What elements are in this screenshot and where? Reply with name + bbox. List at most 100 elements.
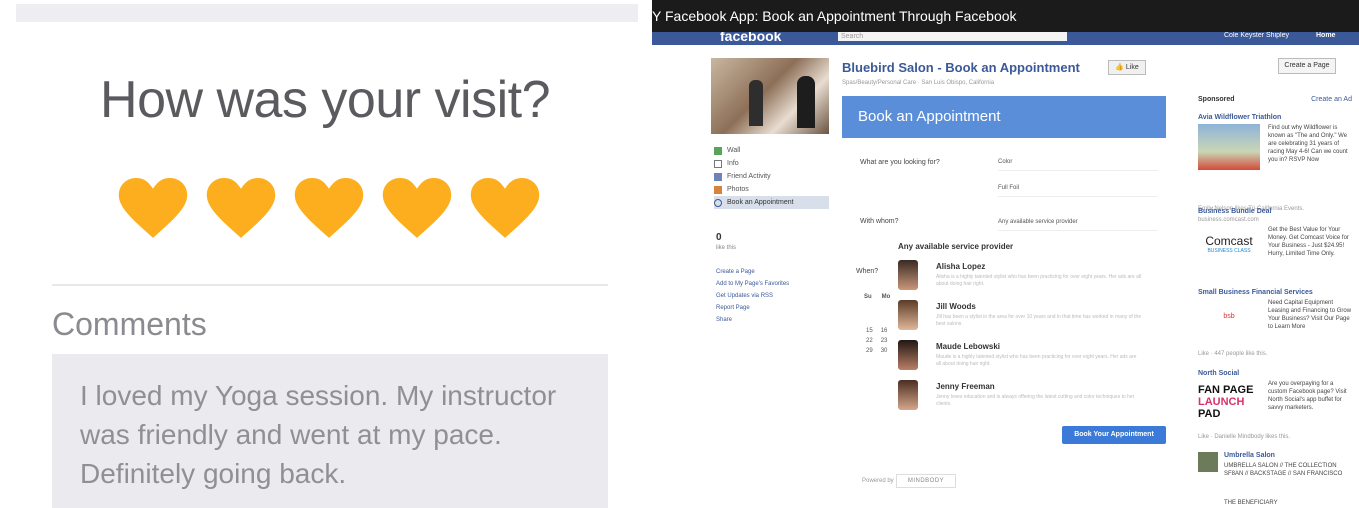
booking-widget: Book an Appointment What are you looking… xyxy=(842,96,1166,488)
divider xyxy=(52,284,608,286)
service-detail-select[interactable]: Full Foil xyxy=(998,180,1158,197)
wall-icon xyxy=(714,146,722,155)
nav-label: Friend Activity xyxy=(727,173,771,180)
provider-name: Jill Woods xyxy=(936,302,976,311)
date-cell[interactable]: 30 xyxy=(881,348,888,354)
ad-title[interactable]: North Social xyxy=(1198,370,1352,377)
date-cell[interactable]: 15 xyxy=(866,328,873,334)
comcast-logo[interactable]: Comcast BUSINESS CLASS xyxy=(1198,234,1260,280)
ad-body: Need Capital Equipment Leasing and Finan… xyxy=(1268,300,1352,330)
mini-calendar[interactable]: Su Mo 15 16 22 23 29 30 xyxy=(856,280,896,366)
mindbody-logo[interactable]: MINDBODY xyxy=(896,474,956,488)
ad-item[interactable]: Umbrella Salon UMBRELLA SALON // THE COL… xyxy=(1198,452,1352,508)
ad-body: Find out why Wildflower is known as "The… xyxy=(1268,125,1348,163)
booking-header: Book an Appointment xyxy=(842,96,1166,138)
nav-item-friend-activity[interactable]: Friend Activity xyxy=(714,170,829,183)
provider-name: Jenny Freeman xyxy=(936,382,995,391)
search-input[interactable]: Search xyxy=(838,32,1067,41)
service-select[interactable]: Color xyxy=(998,154,1158,171)
provider-name: Maude Lebowski xyxy=(936,342,1001,351)
date-cell[interactable]: 16 xyxy=(881,328,888,334)
link-share[interactable]: Share xyxy=(716,314,789,326)
comment-text: I loved my Yoga session. My instructor w… xyxy=(80,380,557,489)
fan-page-launch-pad-logo[interactable]: FAN PAGE LAUNCH PAD xyxy=(1198,384,1260,430)
nav-label: Photos xyxy=(727,186,749,193)
nav-label: Book an Appointment xyxy=(727,199,794,206)
ad-item[interactable]: North Social FAN PAGE LAUNCH PAD Are you… xyxy=(1198,370,1352,450)
ad-title[interactable]: Umbrella Salon xyxy=(1224,452,1352,459)
logo-line: PAD xyxy=(1198,408,1221,420)
salon-profile-photo[interactable] xyxy=(711,58,829,134)
ad-item[interactable]: Business Bundle Deal Comcast BUSINESS CL… xyxy=(1198,208,1352,288)
create-ad-link[interactable]: Create an Ad xyxy=(1311,96,1352,103)
provider-item[interactable]: Alisha Lopez Alisha is a highly talented… xyxy=(898,260,1148,296)
ad-extra: THE BENEFICIARY xyxy=(1224,500,1278,506)
provider-list-title: Any available service provider xyxy=(898,242,1014,251)
person-figure xyxy=(749,80,763,126)
avatar xyxy=(898,300,918,330)
date-cell[interactable]: 29 xyxy=(866,348,873,354)
nav-item-photos[interactable]: Photos xyxy=(714,183,829,196)
ad-title[interactable]: Avia Wildflower Triathlon xyxy=(1198,114,1352,121)
create-page-button[interactable]: Create a Page xyxy=(1278,58,1336,74)
ad-title[interactable]: Small Business Financial Services xyxy=(1198,289,1352,296)
heart-icon[interactable] xyxy=(382,178,452,240)
friends-icon xyxy=(714,172,722,181)
heart-icon[interactable] xyxy=(206,178,276,240)
page-title: Bluebird Salon - Book an Appointment xyxy=(842,60,1080,75)
heart-icon[interactable] xyxy=(470,178,540,240)
nav-label: Info xyxy=(727,160,739,167)
user-name-link[interactable]: Cole Keyster Shipley xyxy=(1224,32,1289,39)
nav-item-info[interactable]: Info xyxy=(714,157,829,170)
logo-text: Comcast xyxy=(1205,234,1253,248)
avatar xyxy=(898,380,918,410)
page-category: Spas/Beauty/Personal Care · San Luis Obi… xyxy=(842,80,995,86)
comments-label: Comments xyxy=(52,306,207,342)
ad-social: Like · 447 people like this. xyxy=(1198,351,1268,357)
link-add-favorites[interactable]: Add to My Page's Favorites xyxy=(716,278,789,290)
nav-item-book-appointment[interactable]: Book an Appointment xyxy=(714,196,829,209)
ad-image[interactable] xyxy=(1198,124,1260,170)
home-link[interactable]: Home xyxy=(1316,32,1335,39)
link-report-page[interactable]: Report Page xyxy=(716,302,789,314)
book-appointment-button[interactable]: Book Your Appointment xyxy=(1062,426,1166,444)
provider-description: Jill has been a stylist in the area for … xyxy=(936,314,1142,327)
ad-social: Like · Danielle Mindbody likes this. xyxy=(1198,434,1291,440)
top-bar xyxy=(16,4,638,22)
heart-icon[interactable] xyxy=(294,178,364,240)
provider-select[interactable]: Any available service provider xyxy=(998,214,1158,231)
calendar-icon xyxy=(714,198,722,207)
calendar-row: 15 16 xyxy=(856,328,896,334)
heart-rating[interactable] xyxy=(118,178,548,248)
sponsored-column: Sponsored Create an Ad Avia Wildflower T… xyxy=(1198,96,1352,506)
likes-count: 0 xyxy=(716,232,722,243)
nav-label: Wall xyxy=(727,147,741,154)
link-rss[interactable]: Get Updates via RSS xyxy=(716,290,789,302)
ad-item[interactable]: Small Business Financial Services bsb Ne… xyxy=(1198,289,1352,359)
avatar xyxy=(898,340,918,370)
bsb-logo[interactable]: bsb xyxy=(1198,313,1260,333)
provider-item[interactable]: Jenny Freeman Jenny loves education and … xyxy=(898,380,1148,416)
info-icon xyxy=(714,159,722,168)
calendar-row: 29 30 xyxy=(856,348,896,354)
day-label: Su xyxy=(864,294,872,300)
like-button[interactable]: 👍 Like xyxy=(1108,60,1146,75)
provider-item[interactable]: Jill Woods Jill has been a stylist in th… xyxy=(898,300,1148,336)
powered-by-label: Powered by xyxy=(862,478,894,484)
avatar xyxy=(898,260,918,290)
ad-item[interactable]: Avia Wildflower Triathlon Find out why W… xyxy=(1198,114,1352,214)
provider-item[interactable]: Maude Lebowski Maude is a highly talente… xyxy=(898,340,1148,376)
ad-body: Are you overpaying for a custom Facebook… xyxy=(1268,381,1347,411)
ad-title[interactable]: Business Bundle Deal xyxy=(1198,208,1352,215)
provider-description: Jenny loves education and is always offe… xyxy=(936,394,1135,407)
ad-image[interactable] xyxy=(1198,452,1218,472)
date-cell[interactable]: 23 xyxy=(881,338,888,344)
nav-item-wall[interactable]: Wall xyxy=(714,144,829,157)
ad-body: UMBRELLA SALON // THE COLLECTION SF8AN /… xyxy=(1224,463,1343,477)
what-label: What are you looking for? xyxy=(860,159,940,166)
photos-icon xyxy=(714,185,722,194)
heart-icon[interactable] xyxy=(118,178,188,240)
provider-description: Alisha is a highly talented stylist who … xyxy=(936,274,1142,287)
link-create-page[interactable]: Create a Page xyxy=(716,266,789,278)
date-cell[interactable]: 22 xyxy=(866,338,873,344)
